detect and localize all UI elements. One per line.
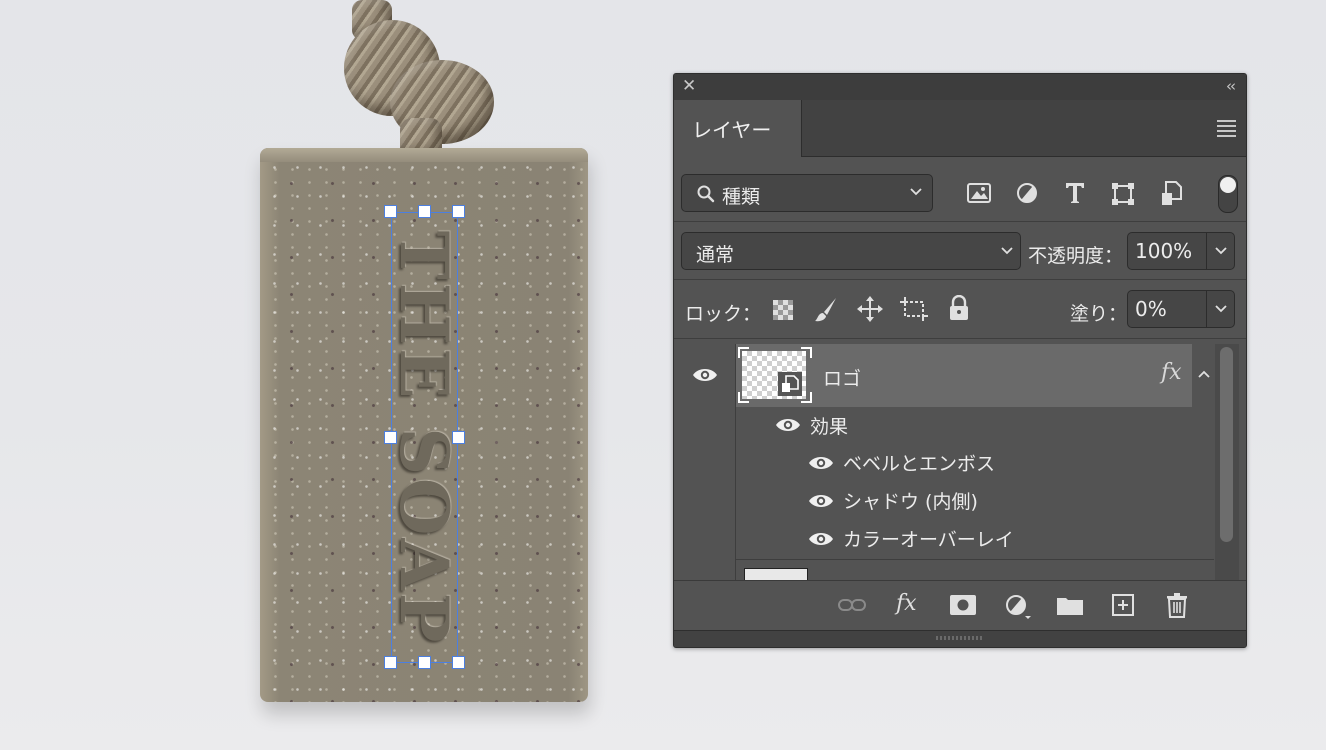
new-layer-icon[interactable] <box>1112 594 1134 616</box>
blend-mode-value: 通常 <box>696 244 735 266</box>
transform-handle-middle-left[interactable] <box>384 431 397 444</box>
lock-position-icon[interactable] <box>857 296 883 322</box>
lock-all-icon[interactable] <box>948 295 970 321</box>
panel-tab-bar: レイヤー <box>674 100 1246 157</box>
panel-menu-icon[interactable] <box>1217 120 1236 140</box>
opacity-value: 100% <box>1135 239 1193 263</box>
smart-object-badge-icon <box>778 372 802 396</box>
thumbnail-corner <box>801 392 812 403</box>
add-mask-icon[interactable] <box>950 595 976 615</box>
new-adjustment-layer-icon[interactable] <box>1005 594 1031 620</box>
fill-input[interactable]: 0% <box>1127 290 1207 328</box>
chevron-down-icon <box>1001 247 1013 257</box>
filter-toggle-switch[interactable] <box>1218 175 1238 213</box>
close-icon[interactable]: ✕ <box>682 76 696 96</box>
chevron-down-icon <box>1215 247 1227 257</box>
transform-handle-top-center[interactable] <box>418 205 431 218</box>
filter-kind-label: 種類 <box>722 186 761 208</box>
transform-handle-top-right[interactable] <box>452 205 465 218</box>
transform-handle-middle-right[interactable] <box>452 431 465 444</box>
lock-transparent-pixels-icon[interactable] <box>772 299 794 321</box>
blend-mode-dropdown[interactable]: 通常 <box>681 232 1021 270</box>
filter-toggle-knob <box>1220 177 1236 193</box>
chevron-up-icon[interactable] <box>1198 370 1210 378</box>
effect-item[interactable]: ベベルとエンボス <box>843 449 995 476</box>
eye-icon[interactable] <box>808 454 834 472</box>
effect-item[interactable]: カラーオーバーレイ <box>843 525 1014 552</box>
layers-panel: ✕ ‹‹ レイヤー 種類 通常 不透明度： 100% ロック： 塗り： 0% ロ… <box>673 73 1247 648</box>
thumbnail-corner <box>738 392 749 403</box>
chevron-down-icon <box>910 188 922 198</box>
filter-kind-dropdown[interactable]: 種類 <box>681 174 933 212</box>
fill-value: 0% <box>1135 297 1167 321</box>
fill-label: 塗り： <box>1070 303 1128 325</box>
search-icon <box>696 184 716 204</box>
adjustment-filter-icon[interactable] <box>1016 182 1038 204</box>
link-layers-icon[interactable] <box>838 598 866 612</box>
smart-object-filter-icon[interactable] <box>1161 181 1183 207</box>
image-filter-icon[interactable] <box>967 183 991 203</box>
transform-handle-top-left[interactable] <box>384 205 397 218</box>
effect-item[interactable]: シャドウ (内側) <box>843 487 978 514</box>
grip-dots <box>936 636 982 640</box>
chevron-down-icon <box>1215 305 1227 315</box>
panel-resize-grip[interactable] <box>674 630 1246 647</box>
transform-handle-bottom-left[interactable] <box>384 656 397 669</box>
eye-icon[interactable] <box>692 366 718 384</box>
eye-icon[interactable] <box>808 492 834 510</box>
opacity-label: 不透明度： <box>1028 245 1124 267</box>
type-filter-icon[interactable] <box>1064 181 1086 205</box>
panel-titlebar[interactable]: ✕ ‹‹ <box>674 74 1246 100</box>
transform-bounding-box[interactable] <box>391 212 458 663</box>
effects-label[interactable]: 効果 <box>810 412 848 439</box>
eye-icon[interactable] <box>808 530 834 548</box>
opacity-dropdown-button[interactable] <box>1206 232 1235 270</box>
lock-label: ロック： <box>685 303 762 325</box>
thumbnail-corner <box>801 347 812 358</box>
fill-dropdown-button[interactable] <box>1206 290 1235 328</box>
eye-icon[interactable] <box>775 416 801 434</box>
thumbnail-corner <box>738 347 749 358</box>
shape-filter-icon[interactable] <box>1111 182 1135 206</box>
layer-name[interactable]: ロゴ <box>823 364 861 391</box>
lock-image-pixels-icon[interactable] <box>814 297 838 323</box>
delete-layer-trash-icon[interactable] <box>1166 592 1188 618</box>
layers-scroll-thumb[interactable] <box>1220 347 1233 542</box>
add-layer-style-button[interactable]: fx <box>896 591 917 616</box>
transform-handle-bottom-right[interactable] <box>452 656 465 669</box>
tab-layers[interactable]: レイヤー <box>674 100 802 157</box>
layer-fx-badge[interactable]: fx <box>1161 360 1182 385</box>
lock-artboard-icon[interactable] <box>900 297 928 321</box>
collapse-panel-icon[interactable]: ‹‹ <box>1226 77 1236 95</box>
new-group-folder-icon[interactable] <box>1057 595 1083 615</box>
tab-layers-label: レイヤー <box>692 118 772 142</box>
opacity-input[interactable]: 100% <box>1127 232 1207 270</box>
transform-handle-bottom-center[interactable] <box>418 656 431 669</box>
